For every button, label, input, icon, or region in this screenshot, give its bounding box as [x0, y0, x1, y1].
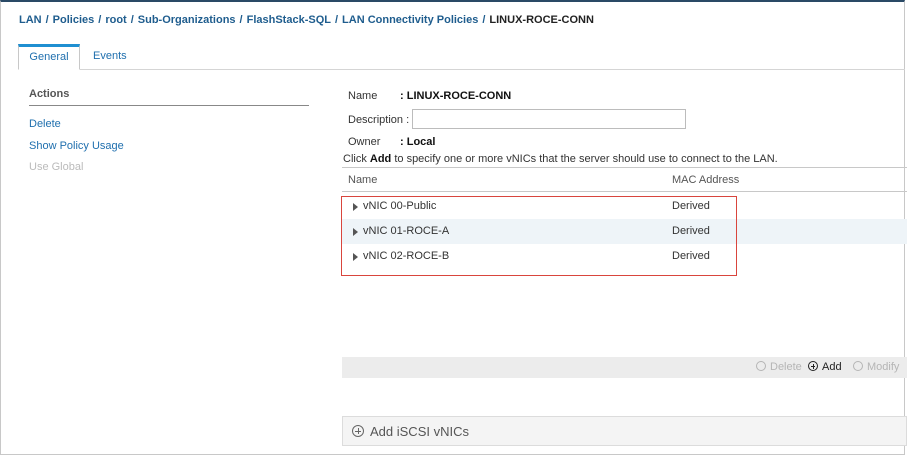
- plus-circle-icon: [808, 361, 818, 371]
- hint-suffix: to specify one or more vNICs that the se…: [391, 153, 778, 165]
- vnic-row[interactable]: vNIC 00-Public Derived: [342, 194, 907, 219]
- tab-general[interactable]: General: [18, 44, 80, 70]
- tab-events[interactable]: Events: [93, 44, 127, 70]
- owner-value: : Local: [400, 136, 436, 148]
- vnic-mac-address: Derived: [672, 250, 710, 262]
- expand-arrow-icon[interactable]: [353, 203, 358, 211]
- trash-icon: [756, 361, 766, 371]
- toolbar-add-button[interactable]: Add: [808, 361, 842, 373]
- breadcrumb-lan[interactable]: LAN: [19, 14, 42, 26]
- breadcrumb-separator: /: [482, 14, 486, 26]
- actions-divider: [29, 105, 309, 106]
- column-header-name[interactable]: Name: [348, 174, 377, 186]
- vnic-name: vNIC 02-ROCE-B: [363, 250, 450, 262]
- expand-arrow-icon[interactable]: [353, 228, 358, 236]
- use-global-link: Use Global: [29, 161, 84, 173]
- owner-label: Owner: [348, 136, 381, 148]
- breadcrumb-separator: /: [334, 14, 339, 26]
- hint-prefix: Click: [343, 153, 370, 165]
- name-value: : LINUX-ROCE-CONN: [400, 90, 512, 102]
- vnic-mac-address: Derived: [672, 225, 710, 237]
- breadcrumb-current: LINUX-ROCE-CONN: [489, 14, 594, 26]
- vnic-name: vNIC 00-Public: [363, 200, 437, 212]
- tab-divider: [80, 69, 905, 70]
- toolbar-modify-button: Modify: [853, 361, 899, 373]
- description-label: Description :: [348, 114, 410, 126]
- breadcrumb-sub-organizations[interactable]: Sub-Organizations: [138, 14, 236, 26]
- breadcrumb-policies[interactable]: Policies: [53, 14, 95, 26]
- add-iscsi-vnics-section[interactable]: Add iSCSI vNICs: [342, 416, 907, 446]
- vnic-row[interactable]: vNIC 01-ROCE-A Derived: [342, 219, 907, 244]
- toolbar-delete-label: Delete: [770, 361, 802, 373]
- breadcrumb-separator: /: [130, 14, 134, 26]
- toolbar-modify-label: Modify: [867, 361, 900, 373]
- plus-circle-icon: [352, 425, 364, 437]
- breadcrumb-root[interactable]: root: [105, 14, 126, 26]
- add-vnic-hint: Click Add to specify one or more vNICs t…: [343, 153, 778, 165]
- description-input[interactable]: [412, 109, 686, 129]
- delete-action-link[interactable]: Delete: [29, 118, 61, 130]
- column-header-mac-address[interactable]: MAC Address: [672, 174, 739, 186]
- expand-arrow-icon[interactable]: [353, 253, 358, 261]
- vnic-name: vNIC 01-ROCE-A: [363, 225, 450, 237]
- show-policy-usage-link[interactable]: Show Policy Usage: [29, 140, 124, 152]
- vnic-mac-address: Derived: [672, 200, 710, 212]
- actions-heading: Actions: [29, 88, 70, 100]
- add-iscsi-vnics-label: Add iSCSI vNICs: [370, 424, 469, 439]
- breadcrumb-separator: /: [239, 14, 243, 26]
- breadcrumb-separator: /: [98, 14, 102, 26]
- info-icon: [853, 361, 863, 371]
- vnic-row[interactable]: vNIC 02-ROCE-B Derived: [342, 244, 907, 269]
- hint-add-keyword: Add: [369, 153, 392, 165]
- breadcrumb: LAN / Policies / root / Sub-Organizations / Flas…: [19, 14, 594, 26]
- toolbar-add-label: Add: [822, 361, 842, 373]
- breadcrumb-separator: /: [45, 14, 49, 26]
- vnic-table-header: Name MAC Address: [342, 167, 907, 192]
- vnic-toolbar: Delete Add Modify: [342, 357, 907, 378]
- breadcrumb-lan-connectivity-policies[interactable]: LAN Connectivity Policies: [342, 14, 478, 26]
- name-label: Name: [348, 90, 378, 102]
- breadcrumb-flashstack-sql[interactable]: FlashStack-SQL: [247, 14, 331, 26]
- toolbar-delete-button: Delete: [756, 361, 802, 373]
